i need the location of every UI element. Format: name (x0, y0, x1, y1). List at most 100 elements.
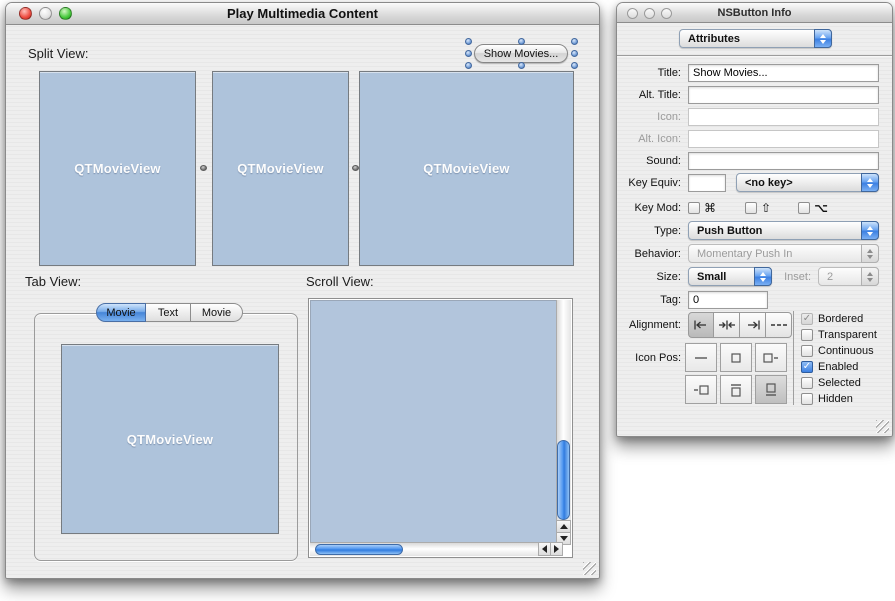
minimize-button[interactable] (39, 7, 52, 20)
sound-field[interactable] (688, 152, 879, 170)
bordered-option[interactable]: ✓ Bordered (801, 311, 863, 326)
hidden-checkbox[interactable]: ✓ (801, 393, 813, 405)
zoom-button[interactable] (59, 7, 72, 20)
key-equiv-field[interactable] (688, 174, 726, 192)
inset-popup-value: 2 (827, 271, 833, 283)
selection-handle[interactable] (518, 62, 525, 69)
tab-view-label: Tab View: (25, 274, 81, 289)
type-popup[interactable]: Push Button (688, 221, 879, 240)
alt-title-field[interactable] (688, 86, 879, 104)
icon-field (688, 108, 879, 126)
align-right-button[interactable] (740, 312, 766, 338)
selected-option[interactable]: ✓ Selected (801, 375, 861, 390)
icon-pos-right-icon (691, 382, 711, 398)
alt-title-label: Alt. Title: (617, 89, 688, 101)
tab-movie-2[interactable]: Movie (191, 303, 243, 322)
tab-content-movie-view[interactable]: QTMovieView (61, 344, 279, 534)
tab-movie-1[interactable]: Movie (96, 303, 146, 322)
enabled-checkbox[interactable]: ✓ (801, 361, 813, 373)
close-button[interactable] (19, 7, 32, 20)
left-arrow-icon (542, 545, 547, 553)
icon-pos-left-button[interactable] (755, 343, 787, 372)
align-right-icon (744, 319, 762, 331)
size-popup-value: Small (697, 271, 726, 283)
scroll-view-label: Scroll View: (306, 274, 374, 289)
inspector-titlebar[interactable]: NSButton Info (617, 3, 892, 23)
vertical-scrollbar-thumb[interactable] (557, 440, 570, 520)
split-divider-dimple[interactable] (200, 165, 207, 171)
selected-checkbox[interactable]: ✓ (801, 377, 813, 389)
icon-pos-above-button[interactable] (755, 375, 787, 404)
movie-view-label: QTMovieView (423, 161, 509, 176)
continuous-label: Continuous (818, 345, 874, 357)
popup-arrows-icon (861, 244, 879, 263)
split-divider-dimple[interactable] (352, 165, 359, 171)
divider (793, 311, 794, 405)
check-icon: ✓ (803, 362, 811, 372)
enabled-option[interactable]: ✓ Enabled (801, 359, 858, 374)
selection-handle[interactable] (571, 50, 578, 57)
title-label: Title: (617, 67, 688, 79)
enabled-label: Enabled (818, 361, 858, 373)
selection-handle[interactable] (518, 38, 525, 45)
hidden-option[interactable]: ✓ Hidden (801, 391, 853, 406)
shift-icon: ⇧ (761, 201, 771, 215)
icon-pos-only-button[interactable] (720, 343, 752, 372)
transparent-option[interactable]: ✓ Transparent (801, 327, 877, 342)
window-title: Play Multimedia Content (227, 6, 378, 21)
popup-arrows-icon (861, 267, 879, 286)
zoom-button[interactable] (661, 8, 672, 19)
split-pane-movie-view-2[interactable]: QTMovieView (212, 71, 349, 266)
scroll-right-button[interactable] (550, 542, 563, 556)
window-resize-grip[interactable] (583, 562, 596, 575)
inspector-pane-popup[interactable]: Attributes (679, 29, 832, 48)
size-popup[interactable]: Small (688, 267, 772, 286)
icon-label: Icon: (617, 111, 688, 123)
selection-handle[interactable] (465, 62, 472, 69)
inspector-title: NSButton Info (718, 7, 792, 19)
icon-pos-below-button[interactable] (720, 375, 752, 404)
title-field[interactable] (688, 64, 879, 82)
popup-arrows-icon (754, 267, 772, 286)
transparent-label: Transparent (818, 329, 877, 341)
tag-label: Tag: (617, 294, 688, 306)
icon-pos-right-button[interactable] (685, 375, 717, 404)
close-button[interactable] (627, 8, 638, 19)
shift-modifier-checkbox[interactable] (745, 202, 757, 214)
up-arrow-icon (560, 524, 568, 529)
main-titlebar[interactable]: Play Multimedia Content (6, 3, 599, 25)
bordered-checkbox: ✓ (801, 313, 813, 325)
icon-pos-none-button[interactable] (685, 343, 717, 372)
minimize-button[interactable] (644, 8, 655, 19)
show-movies-button[interactable]: Show Movies... (474, 44, 568, 63)
align-left-button[interactable] (688, 312, 714, 338)
tab-text[interactable]: Text (146, 303, 191, 322)
transparent-checkbox[interactable]: ✓ (801, 329, 813, 341)
command-modifier-checkbox[interactable] (688, 202, 700, 214)
scroll-content[interactable] (310, 300, 558, 544)
selection-handle[interactable] (465, 38, 472, 45)
continuous-option[interactable]: ✓ Continuous (801, 343, 874, 358)
tag-field[interactable] (688, 291, 768, 309)
alt-icon-label: Alt. Icon: (617, 133, 688, 145)
movie-view-label: QTMovieView (127, 432, 213, 447)
popup-arrows-icon (861, 173, 879, 192)
icon-pos-left-icon (761, 350, 781, 366)
alt-icon-field (688, 130, 879, 148)
horizontal-scrollbar-thumb[interactable] (315, 544, 403, 555)
continuous-checkbox[interactable]: ✓ (801, 345, 813, 357)
selection-handle[interactable] (571, 38, 578, 45)
window-resize-grip[interactable] (876, 420, 889, 433)
align-center-icon (718, 319, 736, 331)
option-modifier-checkbox[interactable] (798, 202, 810, 214)
alignment-control (688, 312, 792, 338)
selection-handle[interactable] (465, 50, 472, 57)
right-arrow-icon (554, 545, 559, 553)
align-center-button[interactable] (714, 312, 740, 338)
split-view-label: Split View: (28, 46, 88, 61)
selection-handle[interactable] (571, 62, 578, 69)
split-pane-movie-view-3[interactable]: QTMovieView (359, 71, 574, 266)
key-equiv-popup[interactable]: <no key> (736, 173, 879, 192)
align-natural-button[interactable] (766, 312, 792, 338)
split-pane-movie-view-1[interactable]: QTMovieView (39, 71, 196, 266)
